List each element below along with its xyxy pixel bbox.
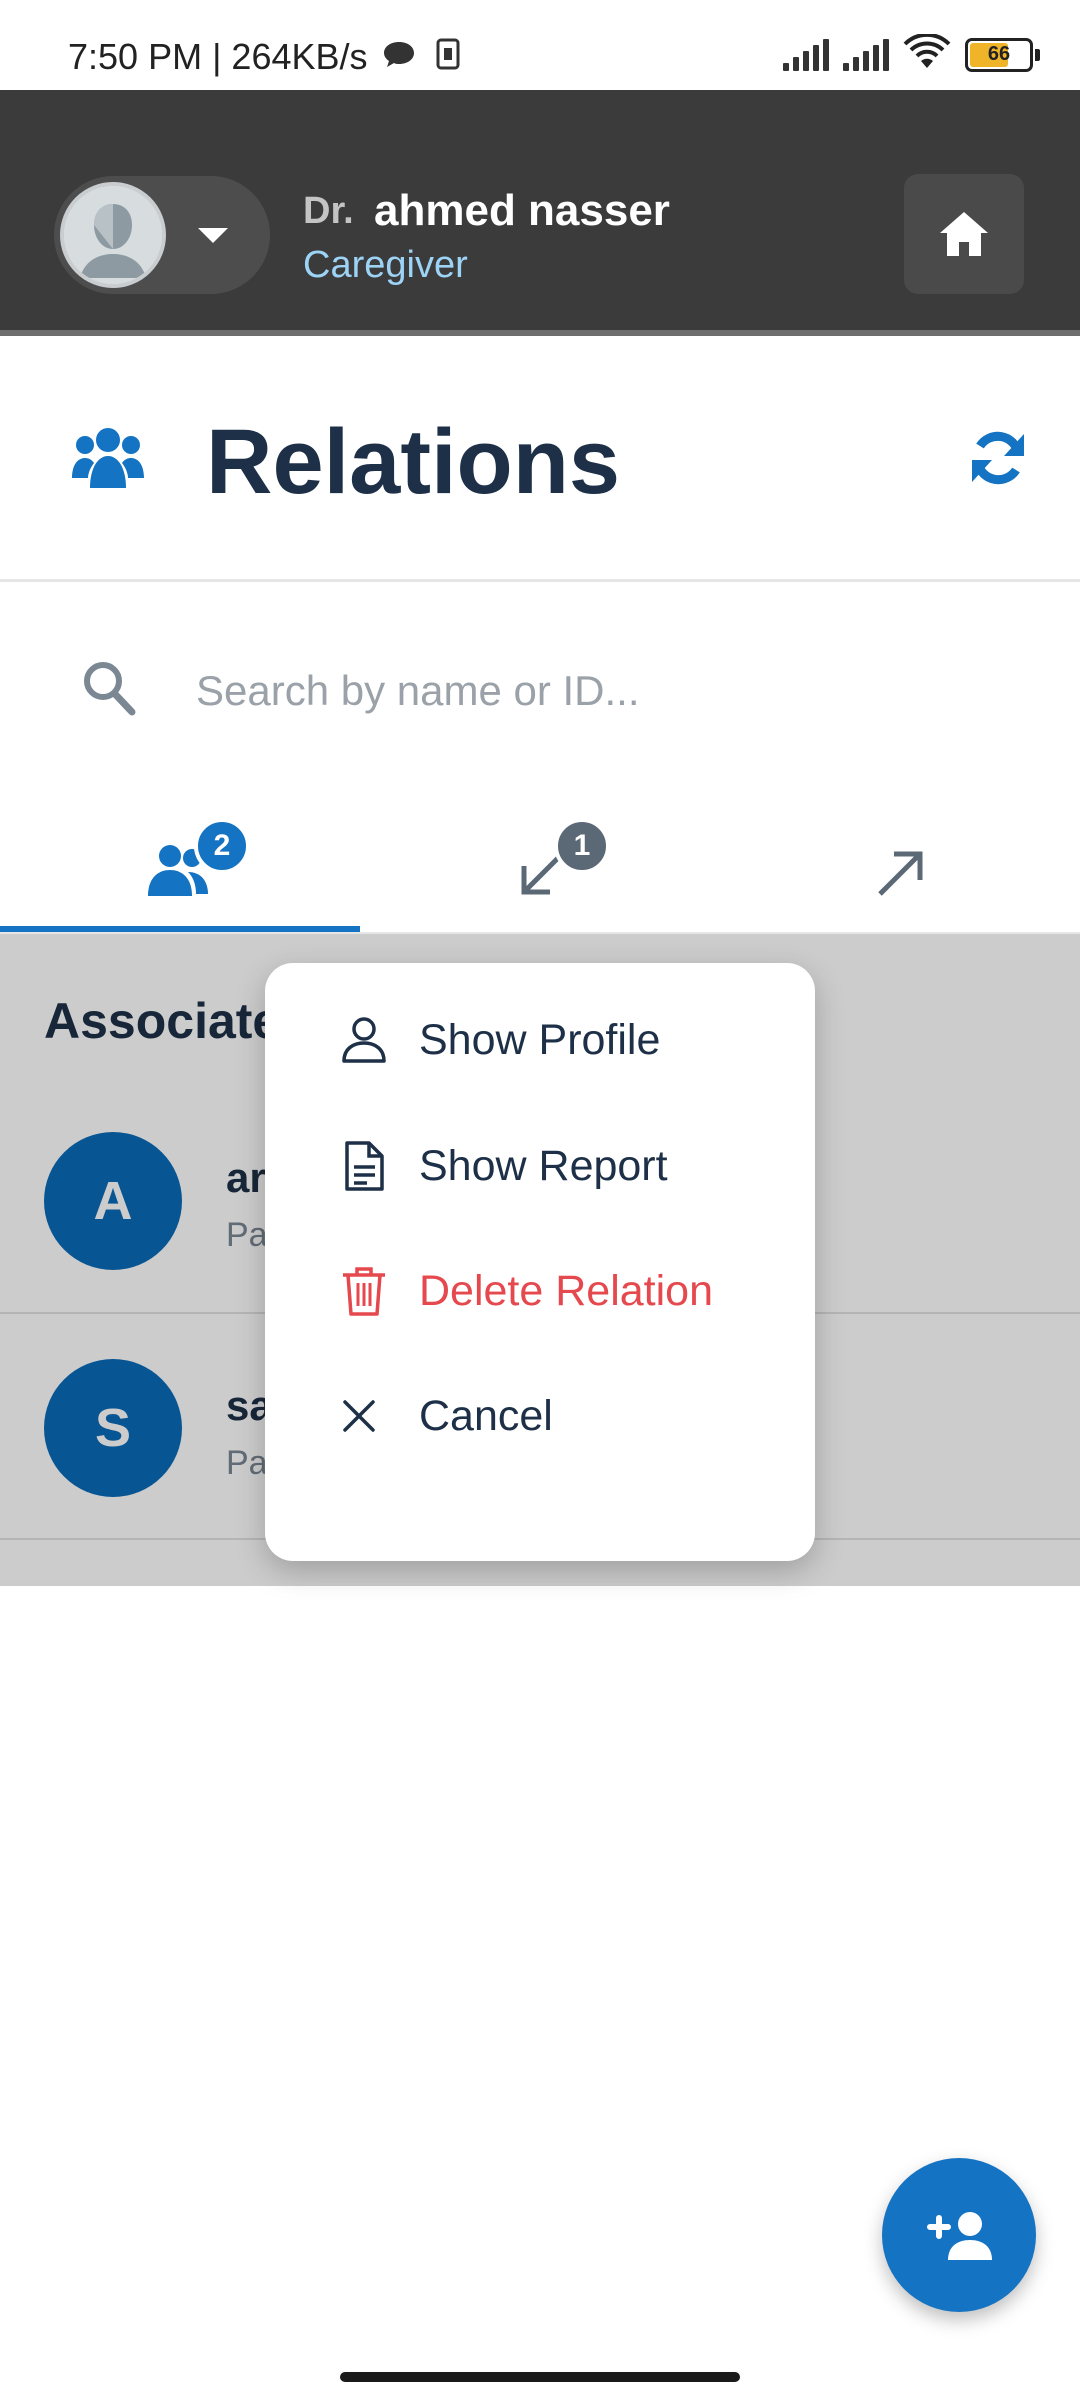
context-menu: Show Profile Show Report Delete Relation… <box>265 963 815 1561</box>
user-icon <box>339 1015 419 1065</box>
tab-associated[interactable]: 2 <box>0 790 360 930</box>
document-icon <box>339 1140 419 1192</box>
menu-item-label: Show Profile <box>419 1015 661 1064</box>
user-avatar[interactable] <box>60 182 166 288</box>
show-profile-menu-item[interactable]: Show Profile <box>265 977 815 1103</box>
people-icon <box>72 424 144 495</box>
battery-icon: 66 <box>965 37 1033 72</box>
tab-badge: 2 <box>194 818 250 874</box>
chat-bubble-icon <box>382 40 416 75</box>
home-icon <box>940 212 988 256</box>
trash-icon <box>339 1265 419 1317</box>
status-indicators: 66 <box>783 32 1040 75</box>
battery-tip <box>1035 48 1040 61</box>
cell-signal-icon <box>843 38 889 71</box>
sim-card-icon <box>436 38 460 75</box>
status-time: 7:50 PM | 264KB/s <box>68 36 368 77</box>
cell-signal-icon <box>783 38 829 71</box>
tab-badge: 1 <box>554 818 610 874</box>
close-icon <box>339 1396 419 1436</box>
gesture-bar[interactable] <box>340 2372 740 2382</box>
menu-item-label: Cancel <box>419 1391 553 1440</box>
refresh-icon[interactable] <box>968 428 1028 493</box>
user-role: Caregiver <box>303 244 468 286</box>
battery-level: 66 <box>987 43 1011 65</box>
add-relation-button[interactable] <box>882 2158 1036 2312</box>
search-input[interactable] <box>196 660 1016 722</box>
title-prefix: Dr. <box>303 190 354 232</box>
page-title: Relations <box>206 411 621 513</box>
menu-item-label: Delete Relation <box>419 1266 714 1315</box>
search-icon <box>82 660 136 721</box>
menu-item-label: Show Report <box>419 1141 668 1190</box>
tab-incoming[interactable]: 1 <box>360 790 720 930</box>
header-divider <box>0 579 1080 582</box>
home-button[interactable] <box>904 174 1024 294</box>
delete-relation-menu-item[interactable]: Delete Relation <box>265 1228 815 1354</box>
show-report-menu-item[interactable]: Show Report <box>265 1103 815 1229</box>
user-name: ahmed nasser <box>374 186 670 235</box>
arrow-up-right-icon <box>876 848 926 903</box>
tab-outgoing[interactable] <box>720 790 1080 930</box>
chevron-down-icon[interactable] <box>198 228 228 243</box>
wifi-icon <box>903 32 951 75</box>
add-user-icon <box>927 2212 992 2260</box>
cancel-menu-item[interactable]: Cancel <box>265 1353 815 1479</box>
